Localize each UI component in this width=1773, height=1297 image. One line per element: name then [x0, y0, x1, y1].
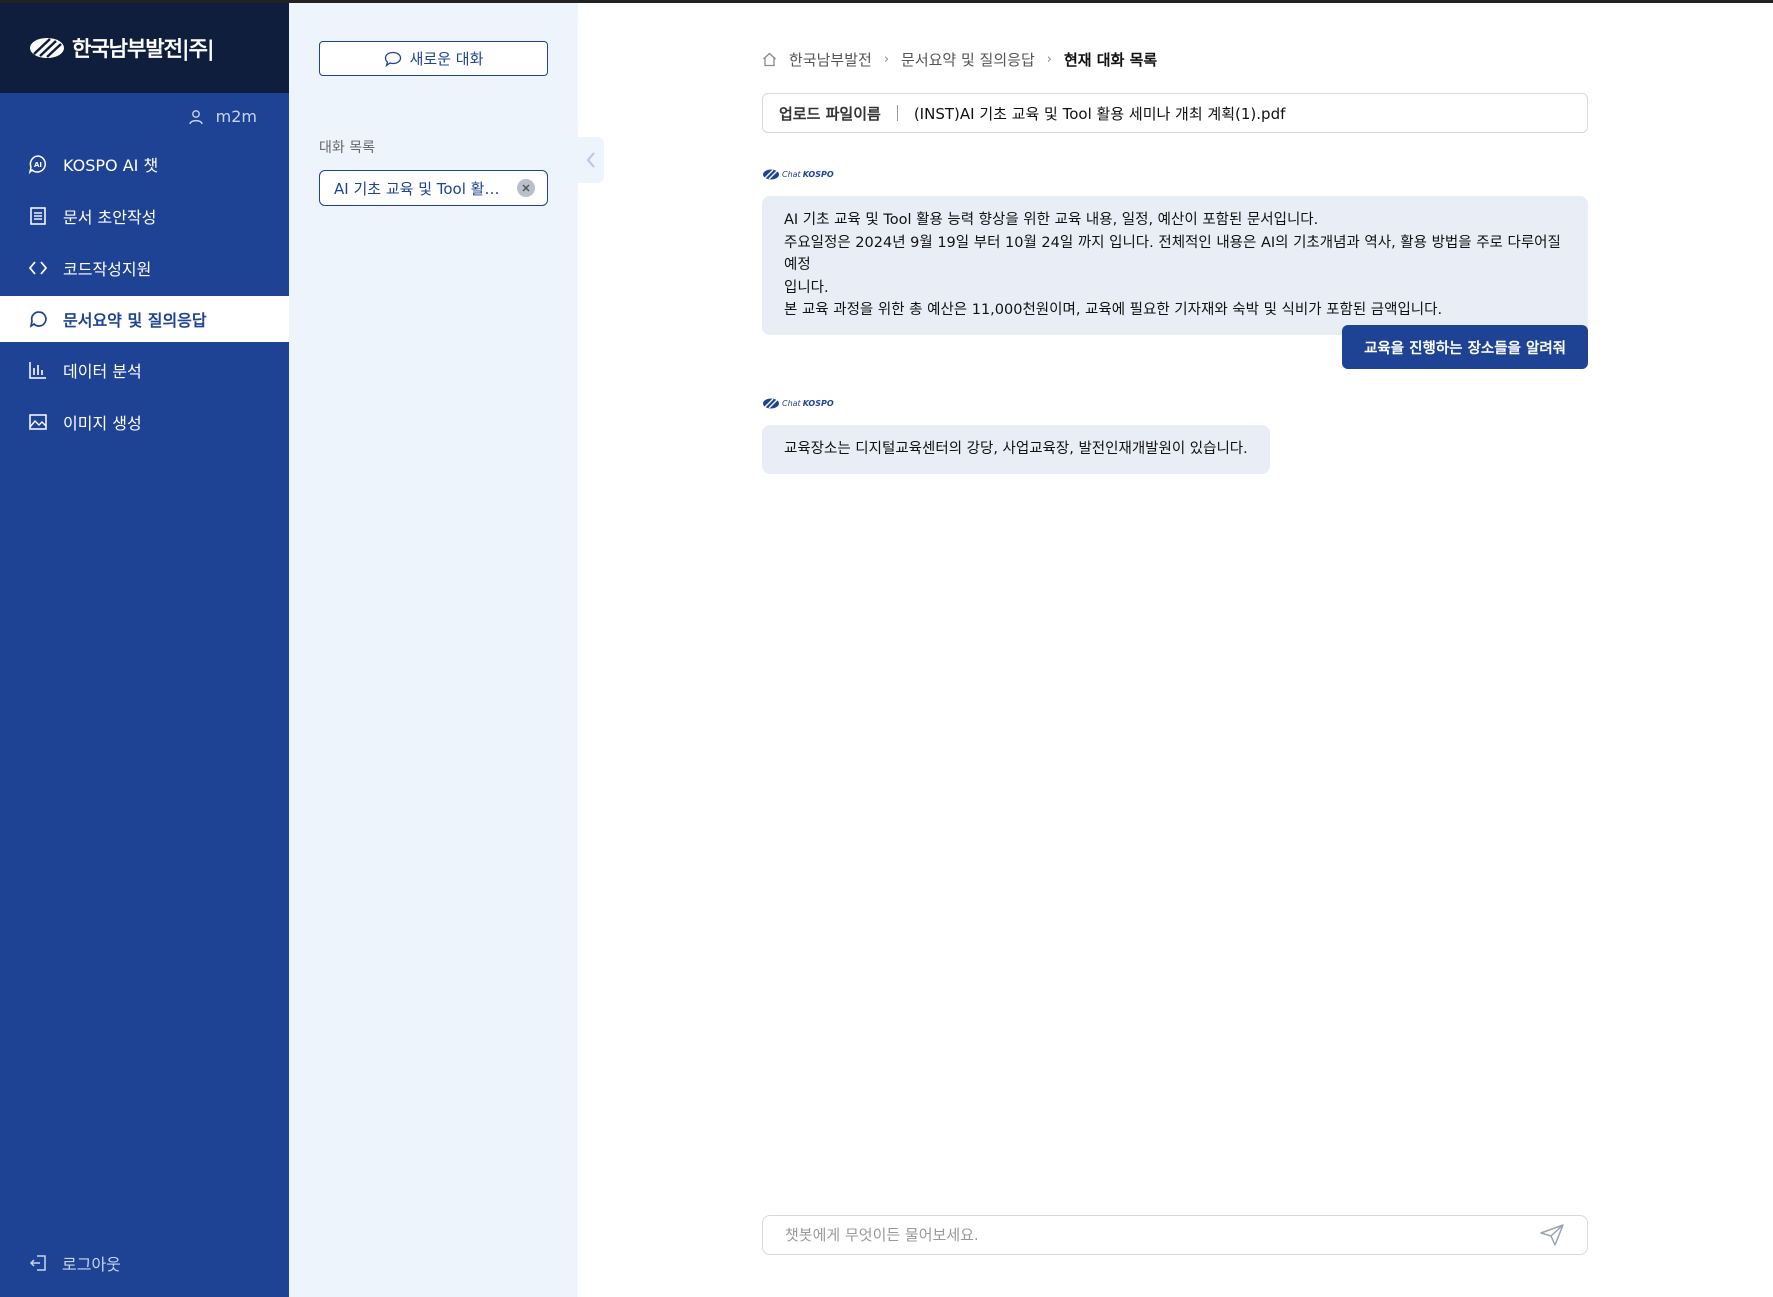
user-message: 교육을 진행하는 장소들을 알려줘	[1342, 325, 1588, 369]
conversation-panel-toggle[interactable]	[578, 137, 604, 183]
chatbot-logo-kospo: KOSPO	[802, 170, 834, 179]
breadcrumb-section[interactable]: 문서요약 및 질의응답	[901, 49, 1035, 70]
conversation-panel: 새로운 대화 대화 목록 AI 기초 교육 및 Tool 활용 세미나	[289, 3, 578, 1297]
message-line: 주요일정은 2024년 9월 19일 부터 10월 24일 까지 입니다. 전체…	[784, 234, 1561, 274]
sidebar-nav: AI KOSPO AI 챗 문서 초안작성 코드작성지원 문서요약 및 질의응답…	[0, 138, 289, 448]
new-chat-button[interactable]: 새로운 대화	[319, 41, 548, 76]
document-icon	[30, 207, 46, 225]
sidebar-item-kospo-ai-chat[interactable]: AI KOSPO AI 챗	[0, 138, 289, 190]
send-button[interactable]	[1539, 1223, 1565, 1247]
company-logo-icon	[28, 37, 66, 59]
chevron-right-icon: ›	[1046, 52, 1052, 67]
ai-chat-icon: AI	[28, 155, 46, 174]
code-icon	[28, 261, 48, 275]
bar-chart-icon	[29, 362, 46, 379]
chatbot-logo-icon	[763, 398, 779, 409]
logout-button[interactable]: 로그아웃	[28, 1251, 121, 1275]
sidebar-item-document-qa[interactable]: 문서요약 및 질의응답	[0, 296, 289, 342]
sidebar-item-label: KOSPO AI 챗	[63, 156, 159, 175]
send-icon	[1540, 1224, 1564, 1246]
chat-input[interactable]	[785, 1226, 1539, 1244]
sidebar-item-document-draft[interactable]: 문서 초안작성	[0, 190, 289, 242]
conversation-list-title: 대화 목록	[319, 140, 375, 156]
close-icon[interactable]	[517, 179, 535, 197]
chatbot-logo-chat: Chat	[782, 399, 801, 408]
sidebar-item-code-assist[interactable]: 코드작성지원	[0, 242, 289, 294]
sidebar-item-label: 코드작성지원	[63, 260, 152, 279]
chevron-left-icon	[586, 152, 595, 168]
message-line: 입니다.	[784, 279, 829, 296]
sidebar-item-image-generation[interactable]: 이미지 생성	[0, 396, 289, 448]
user-message-text: 교육을 진행하는 장소들을 알려줘	[1364, 340, 1566, 357]
image-icon	[29, 414, 47, 430]
breadcrumb-home[interactable]: 한국남부발전	[789, 49, 872, 70]
uploaded-file-bar: 업로드 파일이름 (INST)AI 기초 교육 및 Tool 활용 세미나 개최…	[762, 93, 1588, 133]
sidebar-item-label: 이미지 생성	[63, 414, 142, 433]
breadcrumb: 한국남부발전 › 문서요약 및 질의응답 › 현재 대화 목록	[762, 49, 1157, 70]
chat-bubble-icon	[29, 311, 47, 328]
user-icon	[188, 109, 203, 124]
chat-icon	[384, 51, 401, 67]
uploaded-file-name: (INST)AI 기초 교육 및 Tool 활용 세미나 개최 계획(1).pd…	[913, 104, 1286, 123]
chat-input-bar	[762, 1215, 1588, 1255]
conversation-item-label: AI 기초 교육 및 Tool 활용 세미나	[334, 179, 509, 198]
logout-icon	[29, 1255, 46, 1271]
sidebar-item-data-analysis[interactable]: 데이터 분석	[0, 344, 289, 396]
logout-label: 로그아웃	[62, 1255, 121, 1274]
message-line: 교육장소는 디지털교육센터의 강당, 사업교육장, 발전인재개발원이 있습니다.	[784, 441, 1248, 457]
chatbot-logo-kospo: KOSPO	[802, 399, 834, 408]
svg-text:AI: AI	[34, 161, 42, 169]
uploaded-file-label: 업로드 파일이름	[779, 104, 881, 123]
user-profile[interactable]: m2m	[188, 107, 257, 126]
user-name: m2m	[215, 107, 257, 126]
sidebar-item-label: 문서요약 및 질의응답	[63, 311, 207, 330]
conversation-list-item[interactable]: AI 기초 교육 및 Tool 활용 세미나	[319, 170, 548, 206]
message-line: 본 교육 과정을 위한 총 예산은 11,000천원이며, 교육에 필요한 기자…	[784, 302, 1443, 318]
divider	[896, 105, 898, 121]
logo-area: 한국남부발전|주|	[0, 3, 289, 93]
message-line: AI 기초 교육 및 Tool 활용 능력 향상을 위한 교육 내용, 일정, …	[784, 212, 1319, 228]
chatbot-logo: Chat KOSPO	[762, 398, 834, 409]
new-chat-label: 새로운 대화	[409, 50, 484, 68]
chevron-right-icon: ›	[883, 52, 890, 67]
sidebar-item-label: 문서 초안작성	[63, 208, 157, 227]
sidebar-item-label: 데이터 분석	[63, 362, 142, 381]
bot-message: AI 기초 교육 및 Tool 활용 능력 향상을 위한 교육 내용, 일정, …	[762, 196, 1588, 335]
chatbot-logo-icon	[763, 169, 779, 180]
chatbot-logo-chat: Chat	[782, 170, 801, 179]
home-icon[interactable]	[762, 52, 777, 67]
breadcrumb-current: 현재 대화 목록	[1063, 51, 1158, 69]
sidebar: 한국남부발전|주| m2m AI KOSPO AI 챗 문서 초안작성 코드작성…	[0, 3, 289, 1297]
chatbot-logo: Chat KOSPO	[762, 169, 834, 180]
company-logo-text: 한국남부발전|주|	[72, 37, 215, 61]
bot-message: 교육장소는 디지털교육센터의 강당, 사업교육장, 발전인재개발원이 있습니다.	[762, 425, 1270, 474]
main-content: 한국남부발전 › 문서요약 및 질의응답 › 현재 대화 목록 업로드 파일이름…	[604, 3, 1773, 1297]
